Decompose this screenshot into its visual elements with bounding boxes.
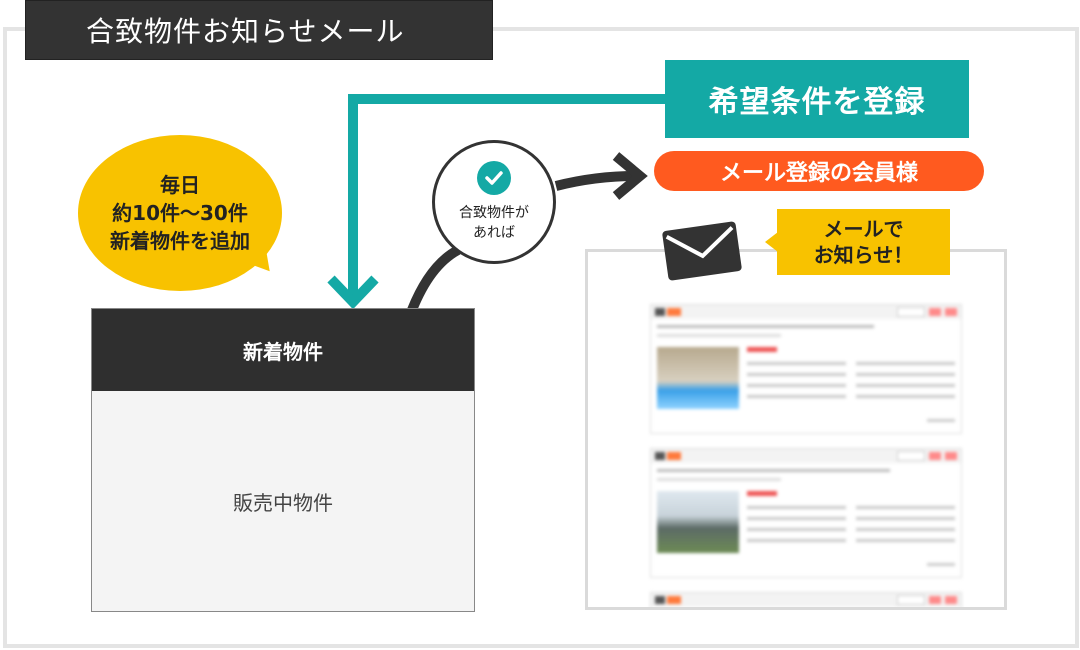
bubble-line-3: 新着物件を追加	[110, 229, 250, 253]
dark-connector-line	[407, 245, 461, 312]
email-listing-card	[650, 304, 962, 434]
member-pill: メール登録の会員様	[654, 151, 984, 191]
listing-box: 新着物件 販売中物件	[91, 308, 475, 612]
email-listing-card	[650, 448, 962, 578]
register-conditions-box: 希望条件を登録	[665, 60, 969, 138]
new-listings-header: 新着物件	[92, 309, 474, 391]
bubble-line-2: 約10件〜30件	[112, 201, 248, 225]
notify-line-1: メールで	[823, 217, 904, 241]
mail-notify-label: メールで お知らせ！	[777, 209, 950, 275]
for-sale-listings: 販売中物件	[233, 490, 333, 515]
bubble-line-1: 毎日	[160, 173, 200, 197]
envelope-icon	[657, 216, 747, 290]
notify-line-2: お知らせ！	[813, 243, 914, 267]
match-line-2: あれば	[473, 225, 515, 241]
email-preview-list	[650, 304, 962, 607]
email-listing-card	[650, 592, 962, 607]
check-icon	[477, 161, 511, 195]
listing-photo	[657, 347, 739, 409]
listing-photo	[657, 491, 739, 553]
match-condition-circle: 合致物件が あれば	[432, 140, 556, 264]
email-preview-frame	[585, 249, 1007, 610]
match-line-1: 合致物件が	[459, 205, 529, 221]
